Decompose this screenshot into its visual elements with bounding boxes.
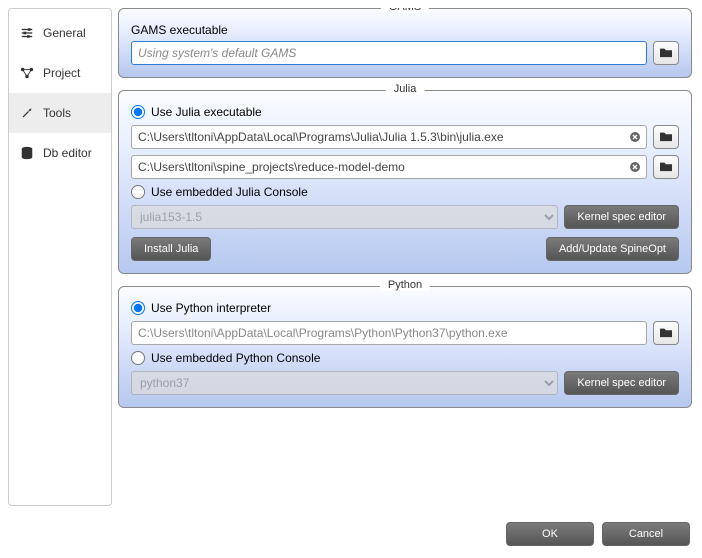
clear-icon[interactable] bbox=[627, 159, 643, 175]
gams-group-title: GAMS bbox=[381, 8, 429, 13]
python-group: Python Use Python interpreter Use embedd… bbox=[118, 286, 692, 408]
julia-project-browse-button[interactable] bbox=[653, 155, 679, 179]
python-use-console-label[interactable]: Use embedded Python Console bbox=[151, 351, 320, 365]
sidebar-item-project[interactable]: Project bbox=[9, 53, 111, 93]
sidebar-item-label: Tools bbox=[43, 106, 71, 120]
cancel-button[interactable]: Cancel bbox=[602, 522, 690, 546]
python-use-console-radio[interactable] bbox=[131, 351, 145, 365]
sliders-icon bbox=[19, 25, 35, 41]
julia-group-title: Julia bbox=[386, 83, 425, 95]
python-kernel-spec-button[interactable]: Kernel spec editor bbox=[564, 371, 679, 395]
sidebar-item-label: General bbox=[43, 26, 86, 40]
julia-exe-browse-button[interactable] bbox=[653, 125, 679, 149]
julia-use-console-label[interactable]: Use embedded Julia Console bbox=[151, 185, 308, 199]
folder-icon bbox=[659, 326, 673, 341]
content: GAMS GAMS executable Julia Use Julia exe… bbox=[118, 8, 694, 506]
folder-icon bbox=[659, 46, 673, 61]
sidebar-item-general[interactable]: General bbox=[9, 13, 111, 53]
install-julia-button[interactable]: Install Julia bbox=[131, 237, 211, 261]
sidebar-item-db-editor[interactable]: Db editor bbox=[9, 133, 111, 173]
add-update-spineopt-button[interactable]: Add/Update SpineOpt bbox=[546, 237, 679, 261]
julia-kernel-spec-button[interactable]: Kernel spec editor bbox=[564, 205, 679, 229]
gams-exe-input[interactable] bbox=[131, 41, 647, 65]
julia-kernel-select[interactable]: julia153-1.5 bbox=[131, 205, 558, 229]
gams-group: GAMS GAMS executable bbox=[118, 8, 692, 78]
julia-group: Julia Use Julia executable bbox=[118, 90, 692, 274]
julia-project-input[interactable] bbox=[131, 155, 647, 179]
folder-icon bbox=[659, 130, 673, 145]
python-use-exe-radio[interactable] bbox=[131, 301, 145, 315]
dialog-footer: OK Cancel bbox=[0, 514, 702, 558]
wrench-icon bbox=[19, 105, 35, 121]
python-use-exe-label[interactable]: Use Python interpreter bbox=[151, 301, 271, 315]
python-exe-input[interactable] bbox=[131, 321, 647, 345]
sidebar-item-label: Project bbox=[43, 66, 80, 80]
python-exe-browse-button[interactable] bbox=[653, 321, 679, 345]
clear-icon[interactable] bbox=[627, 129, 643, 145]
julia-use-console-radio[interactable] bbox=[131, 185, 145, 199]
python-group-title: Python bbox=[380, 279, 430, 291]
project-icon bbox=[19, 65, 35, 81]
ok-button[interactable]: OK bbox=[506, 522, 594, 546]
julia-use-exe-label[interactable]: Use Julia executable bbox=[151, 105, 262, 119]
python-kernel-select[interactable]: python37 bbox=[131, 371, 558, 395]
gams-exe-label: GAMS executable bbox=[131, 23, 679, 37]
sidebar-item-label: Db editor bbox=[43, 146, 92, 160]
folder-icon bbox=[659, 160, 673, 175]
sidebar-item-tools[interactable]: Tools bbox=[9, 93, 111, 133]
gams-browse-button[interactable] bbox=[653, 41, 679, 65]
julia-exe-input[interactable] bbox=[131, 125, 647, 149]
julia-use-exe-radio[interactable] bbox=[131, 105, 145, 119]
database-icon bbox=[19, 145, 35, 161]
sidebar: General Project Tools Db editor bbox=[8, 8, 112, 506]
